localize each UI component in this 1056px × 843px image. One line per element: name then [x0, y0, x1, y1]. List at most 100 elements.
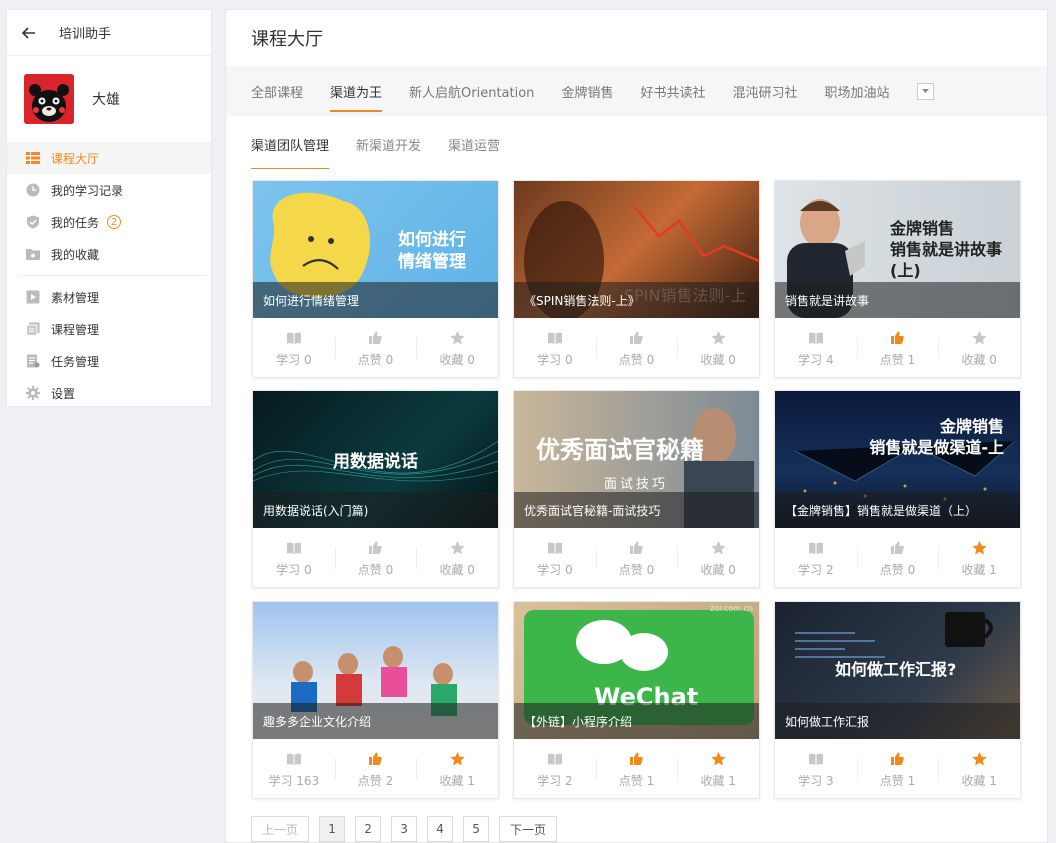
study-count[interactable]: 学习 0 — [253, 329, 335, 368]
study-count[interactable]: 学习 2 — [514, 750, 596, 789]
course-stats: 学习 2 点赞 0 收藏 1 — [775, 528, 1020, 588]
thumbnail-title: 金牌销售 销售就是讲故事 (上) — [890, 219, 1003, 280]
book-icon — [808, 750, 823, 768]
subtab-channel-ops[interactable]: 渠道运营 — [448, 116, 500, 172]
page-button[interactable]: 5 — [463, 816, 490, 842]
course-card[interactable]: 趣多多企业文化介绍学习 163 点赞 2 收藏 1 — [252, 601, 499, 799]
prev-page-button[interactable]: 上一页 — [251, 816, 310, 842]
nav-item-task-manage[interactable]: 任务管理 — [7, 345, 211, 377]
favorite-button[interactable]: 收藏 1 — [938, 750, 1020, 789]
like-button[interactable]: 点赞 0 — [595, 329, 678, 368]
favorite-button[interactable]: 收藏 0 — [416, 539, 498, 578]
favorite-button[interactable]: 收藏 1 — [416, 750, 498, 789]
star-icon — [972, 750, 987, 768]
course-card[interactable]: 金牌销售 销售就是做渠道-上 【金牌销售】销售就是做渠道（上） 学习 2 点赞 0 收藏… — [774, 390, 1021, 588]
tab-all-courses[interactable]: 全部课程 — [251, 66, 303, 116]
subtab-team-management[interactable]: 渠道团队管理 — [251, 116, 330, 172]
study-count[interactable]: 学习 3 — [775, 750, 857, 789]
thumbs-up-icon — [891, 750, 904, 768]
book-icon — [808, 539, 823, 557]
thumbs-up-icon — [891, 329, 904, 347]
study-count[interactable]: 学习 0 — [514, 539, 596, 578]
favorite-count-text: 收藏 1 — [439, 773, 475, 788]
nav-label: 设置 — [51, 386, 76, 401]
course-thumbnail[interactable]: 优秀面试官秘籍 面试技巧 优秀面试官秘籍-面试技巧 — [514, 391, 759, 528]
course-card[interactable]: 如何做工作汇报? 如何做工作汇报 学习 3 点赞 1 收藏 1 — [774, 601, 1021, 799]
tab-gold-sales[interactable]: 金牌销售 — [561, 66, 613, 116]
course-card[interactable]: 金牌销售 销售就是讲故事 (上) 销售就是讲故事学习 4 点赞 1 收藏 0 — [774, 180, 1021, 378]
like-button[interactable]: 点赞 1 — [595, 750, 678, 789]
book-icon — [286, 539, 301, 557]
page-button[interactable]: 4 — [427, 816, 454, 842]
study-count[interactable]: 学习 0 — [514, 329, 596, 368]
course-thumbnail[interactable]: WeChat zol.com.cn 【外链】小程序介绍 — [514, 602, 759, 739]
like-button[interactable]: 点赞 1 — [856, 750, 939, 789]
favorite-button[interactable]: 收藏 0 — [416, 329, 498, 368]
clock-icon — [25, 182, 41, 198]
study-count-text: 学习 2 — [537, 773, 573, 788]
copy-icon — [25, 321, 41, 337]
favorite-button[interactable]: 收藏 0 — [677, 539, 759, 578]
course-thumbnail[interactable]: 如何做工作汇报? 如何做工作汇报 — [775, 602, 1020, 739]
like-button[interactable]: 点赞 2 — [334, 750, 417, 789]
course-thumbnail[interactable]: 趣多多企业文化介绍 — [253, 602, 498, 739]
course-card[interactable]: 用数据说话用数据说话(入门篇) 学习 0 点赞 0 收藏 0 — [252, 390, 499, 588]
media-icon — [25, 289, 41, 305]
nav-item-study-record[interactable]: 我的学习记录 — [7, 174, 211, 206]
thumbnail-title: 用数据说话 — [333, 452, 418, 472]
like-count-text: 点赞 1 — [618, 773, 655, 788]
page-button[interactable]: 3 — [391, 816, 418, 842]
like-count-text: 点赞 0 — [618, 352, 655, 367]
course-card[interactable]: 优秀面试官秘籍 面试技巧 优秀面试官秘籍-面试技巧学习 0 点赞 0 收藏 0 — [513, 390, 760, 588]
course-thumbnail[interactable]: 金牌销售 销售就是做渠道-上 【金牌销售】销售就是做渠道（上） — [775, 391, 1020, 528]
course-card[interactable]: 如何进行 情绪管理 如何进行情绪管理学习 0 点赞 0 收藏 0 — [252, 180, 499, 378]
nav-item-favorites[interactable]: 我的收藏 — [7, 238, 211, 270]
study-count[interactable]: 学习 0 — [253, 539, 335, 578]
study-count-text: 学习 0 — [537, 562, 573, 577]
course-stats: 学习 3 点赞 1 收藏 1 — [775, 739, 1020, 799]
page-title: 课程大厅 — [251, 29, 323, 50]
next-page-button[interactable]: 下一页 — [499, 816, 558, 842]
page-button[interactable]: 2 — [355, 816, 382, 842]
thumbs-up-icon — [369, 750, 382, 768]
study-count[interactable]: 学习 4 — [775, 329, 857, 368]
favorite-button[interactable]: 收藏 1 — [677, 750, 759, 789]
study-count[interactable]: 学习 163 — [253, 750, 335, 789]
page-button[interactable]: 1 — [319, 816, 346, 842]
nav-item-course-hall[interactable]: 课程大厅 — [7, 142, 211, 174]
star-icon — [972, 539, 987, 557]
like-button[interactable]: 点赞 0 — [334, 329, 417, 368]
thumbnail-title: 如何做工作汇报? — [835, 660, 957, 679]
study-count[interactable]: 学习 2 — [775, 539, 857, 578]
course-thumbnail[interactable]: SPIN销售法则-上《SPIN销售法则-上》 — [514, 181, 759, 318]
nav-manage: 素材管理 课程管理 任务管理 设置 — [7, 281, 211, 409]
like-button[interactable]: 点赞 1 — [856, 329, 939, 368]
like-button[interactable]: 点赞 0 — [856, 539, 939, 578]
course-thumbnail[interactable]: 金牌销售 销售就是讲故事 (上) 销售就是讲故事 — [775, 181, 1020, 318]
course-card[interactable]: WeChat zol.com.cn 【外链】小程序介绍学习 2 点赞 1 收藏 1 — [513, 601, 760, 799]
nav-item-course-manage[interactable]: 课程管理 — [7, 313, 211, 345]
tab-chaos-study[interactable]: 混沌研习社 — [732, 66, 797, 116]
tab-orientation[interactable]: 新人启航Orientation — [409, 66, 534, 116]
course-thumbnail[interactable]: 如何进行 情绪管理 如何进行情绪管理 — [253, 181, 498, 318]
course-card[interactable]: SPIN销售法则-上《SPIN销售法则-上》学习 0 点赞 0 收藏 0 — [513, 180, 760, 378]
favorite-button[interactable]: 收藏 0 — [677, 329, 759, 368]
back-arrow-icon[interactable] — [19, 23, 39, 43]
study-count-text: 学习 0 — [276, 562, 312, 577]
nav-item-my-tasks[interactable]: 我的任务 2 — [7, 206, 211, 238]
course-title: 【金牌销售】销售就是做渠道（上） — [775, 492, 1020, 528]
tab-workplace[interactable]: 职场加油站 — [824, 66, 889, 116]
avatar[interactable] — [24, 74, 74, 124]
more-tabs-button[interactable] — [916, 82, 934, 100]
nav-item-settings[interactable]: 设置 — [7, 377, 211, 409]
like-button[interactable]: 点赞 0 — [334, 539, 417, 578]
tab-book-club[interactable]: 好书共读社 — [640, 66, 705, 116]
nav-item-materials[interactable]: 素材管理 — [7, 281, 211, 313]
favorite-button[interactable]: 收藏 1 — [938, 539, 1020, 578]
tab-channel-king[interactable]: 渠道为王 — [330, 66, 383, 116]
favorite-button[interactable]: 收藏 0 — [938, 329, 1020, 368]
course-title: 用数据说话(入门篇) — [253, 492, 498, 528]
course-thumbnail[interactable]: 用数据说话用数据说话(入门篇) — [253, 391, 498, 528]
subtab-new-channel[interactable]: 新渠道开发 — [356, 116, 421, 172]
like-button[interactable]: 点赞 0 — [595, 539, 678, 578]
